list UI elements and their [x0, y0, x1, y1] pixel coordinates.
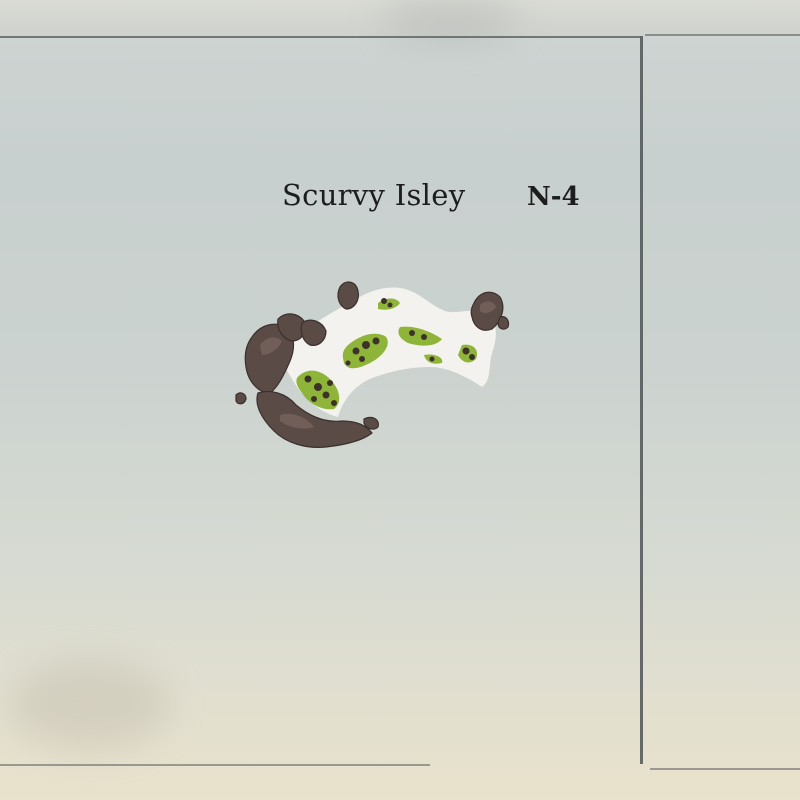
grid-line — [640, 36, 643, 764]
grid-line — [650, 768, 800, 770]
grid-reference-label: N-4 — [527, 182, 580, 212]
island-illustration-icon[interactable] — [230, 275, 520, 460]
grid-line — [0, 36, 640, 38]
paper-smudge — [380, 0, 520, 40]
grid-line — [645, 34, 800, 36]
grid-line — [0, 764, 430, 766]
paper-smudge — [10, 660, 170, 750]
sea-chart-map[interactable]: Scurvy Isley N-4 — [0, 0, 800, 800]
island-name-label: Scurvy Isley — [282, 178, 466, 212]
